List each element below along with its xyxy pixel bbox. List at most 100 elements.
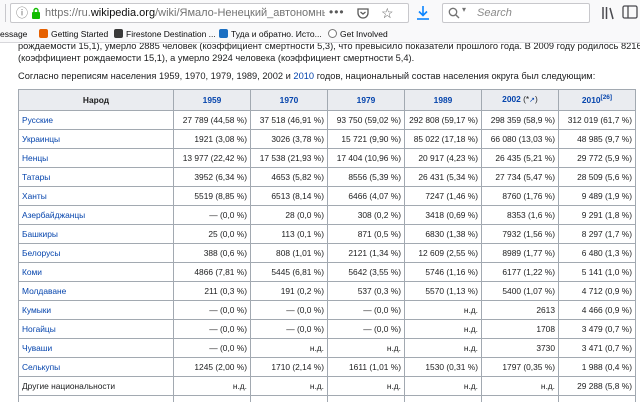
cell-1989: 12 609 (2,55 %) xyxy=(404,243,482,263)
cell-1959: 27 789 (44,58 %) xyxy=(173,110,251,130)
bookmark-star-icon[interactable]: ☆ xyxy=(381,4,394,22)
cell-1959: 5519 (8,85 %) xyxy=(173,186,251,206)
cell-1959: — (0,0 %) xyxy=(173,205,251,225)
ethnic-group-name: Лица, не указавшие национальность xyxy=(18,395,174,402)
ethnic-group-name[interactable]: Русские xyxy=(18,110,174,130)
bookmark-item[interactable]: essage xyxy=(0,27,27,42)
table-row: Чуваши — (0,0 %) н.д. н.д. н.д. 3730 3 471 (0,… xyxy=(18,338,636,358)
cell-1959: ... xyxy=(173,395,251,402)
column-header-2010[interactable]: 2010[26] xyxy=(558,89,636,111)
library-icon[interactable] xyxy=(601,5,615,21)
link-2010[interactable]: 2010 xyxy=(293,71,314,81)
cell-1989: 292 808 (59,17 %) xyxy=(404,110,482,130)
bookmark-tuda-i-obratno[interactable]: Туда и обратно. Исто... xyxy=(219,27,322,42)
ethnic-group-name: Другие национальности xyxy=(18,376,174,396)
ethnic-group-name[interactable]: Коми xyxy=(18,262,174,282)
bookmark-firestone[interactable]: Firestone Destination ... xyxy=(114,27,216,42)
bookmark-get-involved[interactable]: Get Involved xyxy=(328,27,388,42)
cell-1979: 6466 (4,07 %) xyxy=(327,186,405,206)
url-text[interactable]: https://ru.wikipedia.org/wiki/Ямало-Нене… xyxy=(45,4,325,22)
ethnic-group-name[interactable]: Ногайцы xyxy=(18,319,174,339)
cell-1970: 113 (0,1 %) xyxy=(250,224,328,244)
column-header-1970[interactable]: 1970 xyxy=(250,89,328,111)
cell-2002: 298 359 (58,9 %) xyxy=(481,110,559,130)
cell-1970: 4653 (5,82 %) xyxy=(250,167,328,187)
cell-2010: 29 288 (5,8 %) xyxy=(558,376,636,396)
table-row: Селькупы 1245 (2,00 %) 1710 (2,14 %) 1611 (… xyxy=(18,357,636,377)
table-row: Другие национальности н.д. н.д. н.д. н.д. н.д… xyxy=(18,376,636,396)
table-row: Татары 3952 (6,34 %) 4653 (5,82 %) 8556 (5,… xyxy=(18,167,636,187)
cell-2010: 5 141 (1,0 %) xyxy=(558,262,636,282)
address-bar[interactable]: ⓘ https://ru.wikipedia.org/wiki/Ямало-Не… xyxy=(10,3,409,23)
cell-1970: ... xyxy=(250,395,328,402)
cell-1979: 4 (0,01 %) xyxy=(327,395,405,402)
cell-2010: 17 517 xyxy=(558,395,636,402)
cell-1970: н.д. xyxy=(250,338,328,358)
search-bar[interactable]: ▾ Search xyxy=(442,3,590,23)
firefox-icon xyxy=(39,29,48,38)
ethnic-group-name[interactable]: Ненцы xyxy=(18,148,174,168)
cell-1979: 308 (0,2 %) xyxy=(327,205,405,225)
cell-1970: 6513 (8,14 %) xyxy=(250,186,328,206)
cell-1979: 2121 (1,34 %) xyxy=(327,243,405,263)
column-header-2002[interactable]: 2002 (*↗) xyxy=(481,89,559,111)
firestone-icon xyxy=(114,29,123,38)
column-header-1989[interactable]: 1989 xyxy=(404,89,482,111)
ethnic-group-name[interactable]: Украинцы xyxy=(18,129,174,149)
pocket-icon[interactable] xyxy=(357,7,369,19)
ethnic-group-name[interactable]: Татары xyxy=(18,167,174,187)
ethnic-group-name[interactable]: Молдаване xyxy=(18,281,174,301)
cell-1959: — (0,0 %) xyxy=(173,300,251,320)
cell-2010: 9 291 (1,8 %) xyxy=(558,205,636,225)
search-icon xyxy=(448,7,460,19)
ethnic-group-name[interactable]: Чуваши xyxy=(18,338,174,358)
table-row: Русские 27 789 (44,58 %) 37 518 (46,91 %) 9… xyxy=(18,110,636,130)
cell-2010: 3 479 (0,7 %) xyxy=(558,319,636,339)
page-actions-menu-icon[interactable]: ••• xyxy=(329,4,345,20)
column-header-people[interactable]: Народ xyxy=(18,89,174,111)
table-row: Молдаване 211 (0,3 %) 191 (0,2 %) 537 (0,3 … xyxy=(18,281,636,301)
cell-1959: — (0,0 %) xyxy=(173,338,251,358)
ethnic-group-name[interactable]: Кумыки xyxy=(18,300,174,320)
cell-2010: 8 297 (1,7 %) xyxy=(558,224,636,244)
column-header-1959[interactable]: 1959 xyxy=(173,89,251,111)
cell-2010: 4 466 (0,9 %) xyxy=(558,300,636,320)
cell-1989: н.д. xyxy=(404,376,482,396)
info-icon[interactable]: ⓘ xyxy=(15,6,29,20)
paragraph-line: рождаемости 15,1), умерло 2885 человек (… xyxy=(18,43,640,51)
ethnic-group-name[interactable]: Башкиры xyxy=(18,224,174,244)
page-content: рождаемости 15,1), умерло 2885 человек (… xyxy=(0,43,640,402)
search-engine-dropdown-icon[interactable]: ▾ xyxy=(462,5,466,14)
cell-1979: — (0,0 %) xyxy=(327,300,405,320)
ethnic-group-name[interactable]: Селькупы xyxy=(18,357,174,377)
cell-1970: — (0,0 %) xyxy=(250,300,328,320)
cell-2010: 9 489 (1,9 %) xyxy=(558,186,636,206)
cell-2010: 3 471 (0,7 %) xyxy=(558,338,636,358)
ethnic-group-name[interactable]: Азербайджанцы xyxy=(18,205,174,225)
table-row: Азербайджанцы — (0,0 %) 28 (0,0 %) 308 (0,2… xyxy=(18,205,636,225)
cell-2010: 6 480 (1,3 %) xyxy=(558,243,636,263)
cell-1959: 3952 (6,34 %) xyxy=(173,167,251,187)
cell-2002: н.д. xyxy=(481,376,559,396)
cell-2002: 8989 (1,77 %) xyxy=(481,243,559,263)
cell-1970: 28 (0,0 %) xyxy=(250,205,328,225)
cell-1989: 7247 (1,46 %) xyxy=(404,186,482,206)
navigation-edge xyxy=(0,4,6,22)
ethnic-group-name[interactable]: Ханты xyxy=(18,186,174,206)
sidebar-icon[interactable] xyxy=(622,5,638,19)
cell-2010: 29 772 (5,9 %) xyxy=(558,148,636,168)
cell-1989: н.д. xyxy=(404,338,482,358)
column-header-1979[interactable]: 1979 xyxy=(327,89,405,111)
reference-26[interactable]: [26] xyxy=(601,94,613,101)
table-row: Ногайцы — (0,0 %) — (0,0 %) — (0,0 %) н.д. 17… xyxy=(18,319,636,339)
ethnic-group-name[interactable]: Белорусы xyxy=(18,243,174,263)
cell-2002: 7932 (1,56 %) xyxy=(481,224,559,244)
download-icon[interactable] xyxy=(413,4,433,22)
table-row: Коми 4866 (7,81 %) 5445 (6,81 %) 5642 (3,55… xyxy=(18,262,636,282)
cell-1959: 13 977 (22,42 %) xyxy=(173,148,251,168)
cell-1970: 808 (1,01 %) xyxy=(250,243,328,263)
bookmark-getting-started[interactable]: Getting Started xyxy=(39,27,108,42)
table-row: Ханты 5519 (8,85 %) 6513 (8,14 %) 6466 (4,0… xyxy=(18,186,636,206)
cell-1959: 4866 (7,81 %) xyxy=(173,262,251,282)
table-row: Лица, не указавшие национальность......4… xyxy=(18,395,636,402)
